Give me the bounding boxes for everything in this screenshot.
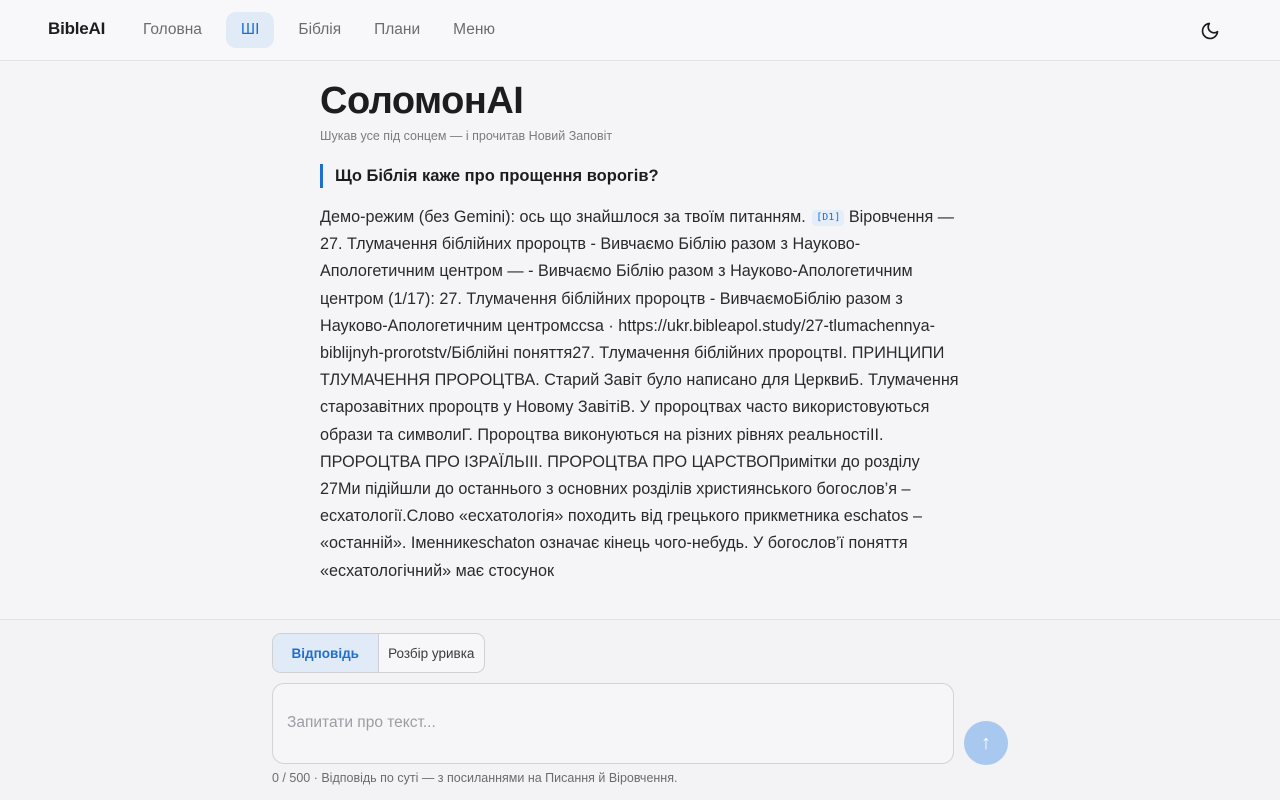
nav-item-plans[interactable]: Плани <box>365 12 429 48</box>
answer-intro: Демо-режим (без Gemini): ось що знайшлос… <box>320 208 806 226</box>
input-hint: 0 / 500 · Відповідь по суті — з посиланн… <box>272 771 678 785</box>
citation-badge[interactable]: [D1] <box>812 210 845 226</box>
page-title: СоломонAI <box>320 80 524 122</box>
theme-toggle-button[interactable] <box>1196 17 1224 45</box>
send-button[interactable]: ↑ <box>964 721 1008 765</box>
question-input[interactable]: Запитати про текст... <box>272 683 954 764</box>
mode-answer-button[interactable]: Відповідь <box>273 634 379 672</box>
brand-logo[interactable]: BibleAI <box>48 19 105 39</box>
chat-area: СоломонAI Шукав усе під сонцем — і прочи… <box>320 61 960 619</box>
moon-icon <box>1201 22 1219 40</box>
main-nav: Головна ШІ Біблія Плани Меню <box>134 12 519 48</box>
nav-item-ai[interactable]: ШІ <box>225 12 275 48</box>
top-navigation-bar: BibleAI Головна ШІ Біблія Плани Меню <box>0 0 1280 61</box>
assistant-answer: Демо-режим (без Gemini): ось що знайшлос… <box>320 204 960 585</box>
nav-item-bible[interactable]: Біблія <box>289 12 350 48</box>
mode-toggle: Відповідь Розбір уривка <box>272 633 485 673</box>
answer-body: Віровчення — 27. Тлумачення біблійних пр… <box>320 208 959 580</box>
page-subtitle: Шукав усе під сонцем — і прочитав Новий … <box>320 129 613 143</box>
nav-item-home[interactable]: Головна <box>134 12 211 48</box>
arrow-up-icon: ↑ <box>981 731 991 754</box>
user-question: Що Біблія каже про прощення ворогів? <box>320 164 920 188</box>
mode-passage-analysis-button[interactable]: Розбір уривка <box>379 634 485 672</box>
composer-panel: Відповідь Розбір уривка Запитати про тек… <box>0 619 1280 800</box>
nav-item-menu[interactable]: Меню <box>444 12 504 48</box>
